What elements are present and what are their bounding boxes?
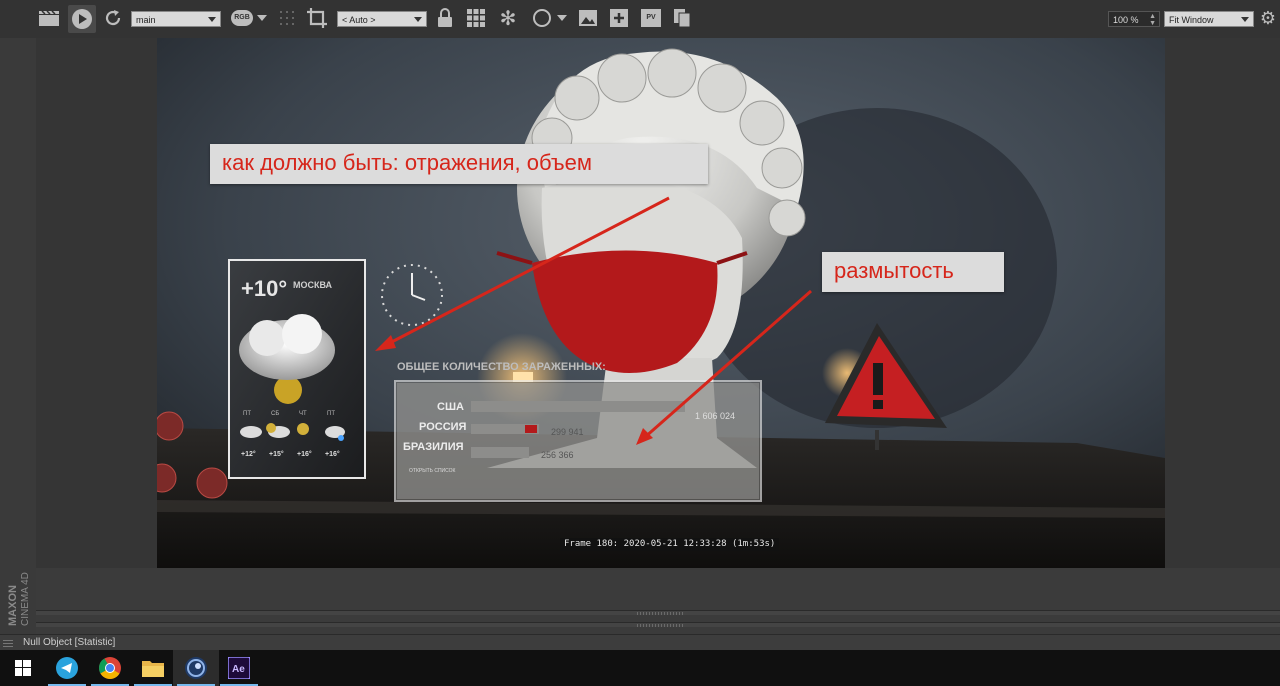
- svg-text:Ae: Ae: [232, 664, 245, 675]
- stats-value: 1 606 024: [695, 411, 735, 421]
- annotation-top: как должно быть: отражения, объем: [210, 144, 708, 184]
- chrome-app[interactable]: [87, 650, 133, 686]
- clapperboard-icon[interactable]: [38, 7, 60, 29]
- add-image-icon[interactable]: [608, 7, 630, 29]
- render-view-toolbar: main RGB < Auto > ✻ PV 100 % ▲ ▼ Fit Win…: [0, 0, 1280, 39]
- stats-country: БРАЗИЛИЯ: [403, 441, 464, 453]
- status-text: Null Object [Statistic]: [23, 637, 116, 648]
- after-effects-app[interactable]: Ae: [216, 650, 262, 686]
- grid-icon[interactable]: [465, 7, 487, 29]
- frame-info: Frame 180: 2020-05-21 12:33:28 (1m:53s): [560, 538, 780, 551]
- picture-viewer-icon[interactable]: PV: [640, 7, 662, 29]
- folder-icon: [142, 661, 164, 677]
- circle-icon[interactable]: [531, 7, 553, 29]
- stats-value: 299 941: [551, 427, 584, 437]
- panel-grip[interactable]: [637, 612, 683, 615]
- rgb-channel-icon[interactable]: RGB: [230, 7, 254, 29]
- telegram-icon: [56, 657, 78, 679]
- gear-icon[interactable]: ⚙: [1257, 7, 1279, 29]
- weather-day: ЧТ: [299, 411, 307, 417]
- chevron-down-icon[interactable]: [255, 7, 269, 29]
- weather-day-temp: +12°: [241, 450, 256, 458]
- start-button[interactable]: [0, 650, 46, 686]
- camera-select-value: main: [136, 15, 156, 25]
- weather-card: +10° МОСКВА ПТ СБ ЧТ ПТ +12° +15° +16° +…: [228, 259, 366, 479]
- rgb-label: RGB: [231, 10, 253, 26]
- stats-footer: ОТКРЫТЬ СПИСОК: [409, 468, 456, 474]
- maxon-text: MAXON: [7, 585, 19, 626]
- weather-day-temp: +16°: [325, 450, 340, 458]
- status-grip-icon: [3, 639, 13, 647]
- zoom-value: 100 %: [1113, 15, 1139, 25]
- weather-day: ПТ: [327, 411, 335, 417]
- annotation-right: размытость: [822, 252, 1004, 292]
- refresh-icon[interactable]: [102, 7, 124, 29]
- stats-title: ОБЩЕЕ КОЛИЧЕСТВО ЗАРАЖЕННЫХ:: [397, 361, 606, 373]
- stats-country: РОССИЯ: [419, 421, 467, 433]
- cinema4d-app[interactable]: [173, 650, 219, 686]
- fit-select-value: Fit Window: [1169, 15, 1214, 25]
- telegram-app[interactable]: [44, 650, 90, 686]
- crop-icon[interactable]: [306, 7, 328, 29]
- weather-day-temp: +16°: [297, 450, 312, 458]
- fit-select[interactable]: Fit Window: [1164, 11, 1254, 27]
- snowflake-icon[interactable]: ✻: [497, 7, 519, 30]
- copy-icon[interactable]: [671, 7, 693, 29]
- weather-day-temp: +15°: [269, 450, 284, 458]
- weather-city: МОСКВА: [293, 280, 333, 290]
- left-strip: [0, 38, 37, 634]
- cinema-text: CINEMA 4D: [20, 572, 31, 626]
- after-effects-icon: Ae: [228, 657, 250, 679]
- stats-country: США: [437, 401, 464, 413]
- dotted-grid-icon[interactable]: [276, 7, 298, 29]
- maxon-cinema4d-logo: MAXON CINEMA 4D: [2, 548, 32, 628]
- rendered-image: +10° МОСКВА ПТ СБ ЧТ ПТ +12° +15° +16° +…: [157, 38, 1165, 568]
- taskbar: Ae: [0, 650, 1280, 686]
- explorer-app[interactable]: [130, 650, 176, 686]
- lock-icon[interactable]: [434, 7, 456, 29]
- play-icon[interactable]: [68, 5, 96, 33]
- windows-icon: [15, 660, 31, 676]
- region-select[interactable]: < Auto >: [337, 11, 427, 27]
- panel-grip[interactable]: [637, 624, 683, 627]
- chrome-icon: [99, 657, 121, 679]
- stats-value: 256 366: [541, 450, 574, 460]
- chevron-down-icon[interactable]: [555, 7, 569, 29]
- cinema4d-icon: [185, 657, 207, 679]
- pv-label: PV: [641, 9, 661, 27]
- camera-select[interactable]: main: [131, 11, 221, 27]
- weather-day: СБ: [271, 411, 279, 417]
- region-select-value: < Auto >: [342, 15, 376, 25]
- weather-temp: +10°: [241, 276, 287, 301]
- status-bar: Null Object [Statistic]: [0, 634, 1280, 651]
- image-icon[interactable]: [577, 7, 599, 29]
- zoom-field[interactable]: 100 % ▲ ▼: [1108, 11, 1160, 27]
- weather-day: ПТ: [243, 411, 251, 417]
